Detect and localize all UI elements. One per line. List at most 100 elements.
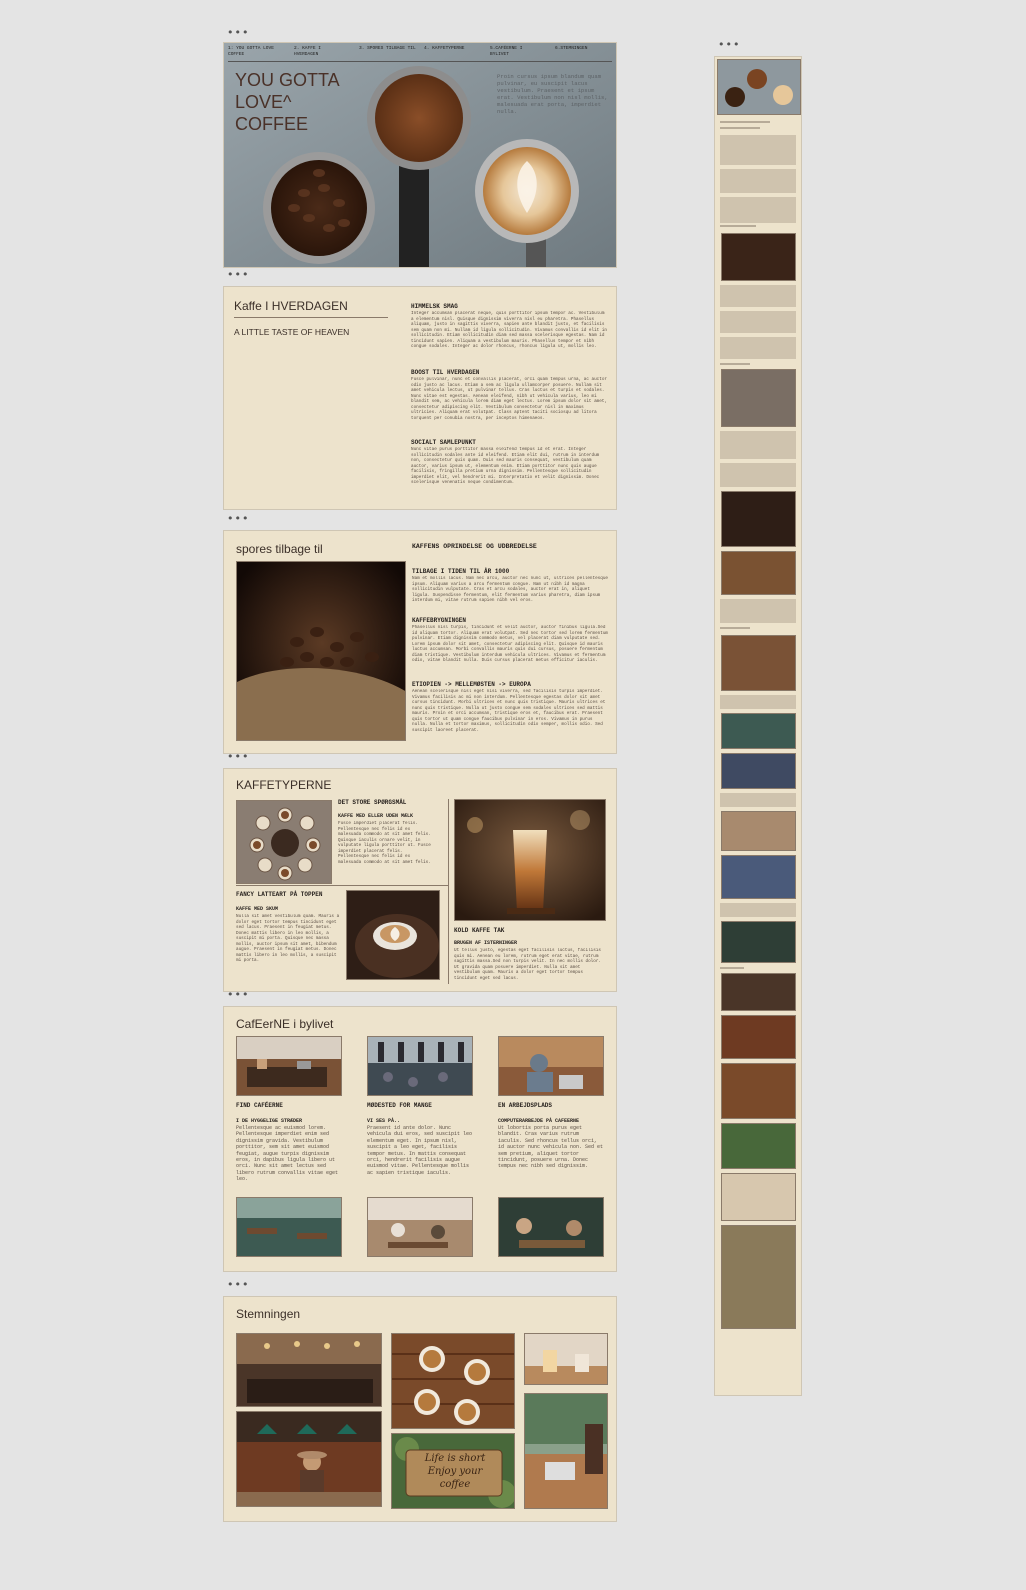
latte-text: Nulla sit amet vestibulum quam. Mauris a… (236, 914, 340, 963)
cafeerne-title: CafEerNE i bylivet (236, 1017, 334, 1031)
preview-text-block (720, 599, 796, 623)
preview-text-block (720, 431, 796, 459)
preview-text-block (720, 695, 796, 709)
latte-cups-table-photo (391, 1333, 515, 1429)
window-table-photo (524, 1393, 608, 1509)
col-subheading: I DE HYGGELIGE STRÆDER (236, 1118, 303, 1124)
hero-frame: 1: YOU GOTTA LOVE COFFEE 2. KAFFE I HVER… (223, 42, 617, 268)
hero-title-line-2: LOVE^ (235, 92, 292, 112)
hverdagen-title: Kaffe I HVERDAGEN (234, 299, 348, 313)
cafe-people-photo (367, 1197, 473, 1257)
cafe-interior-green-photo (236, 1197, 342, 1257)
nav-item-4[interactable]: 4. KAFFETYPERNE (424, 46, 484, 52)
sign-line-2: Enjoy your (427, 1466, 483, 1477)
drinks-on-table-photo (524, 1333, 608, 1385)
col-text: Pellentesque ac euismod lorem. Pellentes… (236, 1125, 339, 1183)
col-heading: EN ARBEJDSPLADS (498, 1102, 553, 1109)
divider-vertical (448, 799, 449, 984)
preview-text-block (720, 169, 796, 193)
q-subheading: KAFFE MED ELLER UDEN MÆLK (338, 813, 414, 819)
latte-heading: FANCY LATTEART PÅ TOPPEN (236, 891, 323, 898)
preview-menu-icon[interactable]: ••• (718, 39, 740, 50)
preview-text-block (720, 311, 796, 333)
preview-iced (721, 551, 796, 595)
col-subheading: VI SES PÅ.. (367, 1118, 401, 1124)
preview-cafe-counter (721, 635, 796, 691)
preview-text-block (720, 135, 796, 165)
section-text: Integer accumsan placerat neque, quis po… (411, 311, 607, 349)
frame-menu-icon[interactable]: ••• (227, 27, 249, 38)
cafeerne-frame: CafEerNE i bylivet FIND CAFÉERNE I DE HY… (223, 1006, 617, 1272)
preview-cafe-street (721, 753, 796, 789)
cafe-street-photo (367, 1036, 473, 1096)
q-heading: DET STORE SPØRGSMÅL (338, 799, 407, 806)
kaffetyperne-title: KAFFETYPERNE (236, 778, 332, 792)
col-text: Praesent id ante dolor. Nunc vehicula du… (367, 1125, 473, 1176)
section-heading: HIMMELSK SMAG (411, 303, 458, 310)
cold-subheading: BRUGEN AF ISTERNINGER (454, 940, 518, 946)
hero-title-line-1: YOU GOTTA (235, 70, 340, 90)
latte-cup-photo (346, 890, 440, 980)
preview-barista (721, 973, 796, 1011)
preview-text-block (720, 197, 796, 223)
preview-text-line (720, 121, 770, 123)
hverdagen-subtitle: A LITTLE TASTE OF HEAVEN (234, 327, 350, 337)
section-text: Nam et mollis lacus. Nam nec arcu, aucto… (412, 576, 608, 603)
preview-drinks (721, 1173, 796, 1221)
preview-cups-topview (721, 369, 796, 427)
hero-nav: 1: YOU GOTTA LOVE COFFEE 2. KAFFE I HVER… (228, 46, 612, 62)
woman-hat-cafe-photo (236, 1411, 382, 1507)
barista-counter-photo (236, 1333, 382, 1407)
nav-item-6[interactable]: 6.STEMNINGEN (555, 46, 615, 52)
col-text: Ut lobortis porta purus eget blandit. Cr… (498, 1125, 604, 1170)
section-text: Fusce pulvinar, nunc et convallis placer… (411, 377, 607, 421)
preview-text-block (720, 285, 796, 307)
coffee-sack-photo (236, 561, 406, 741)
frame-menu-icon[interactable]: ••• (227, 751, 249, 762)
nav-item-3[interactable]: 3. SPORES TILBAGE TIL (359, 46, 419, 52)
cafe-laptop-man-photo (498, 1036, 604, 1096)
preview-text-block (720, 903, 796, 917)
section-heading: KAFFEBRYGNINGEN (412, 617, 467, 624)
spores-main-heading: KAFFENS OPRINDELSE OG UDBREDELSE (412, 543, 537, 550)
section-text: Aenean scelerisque nisl eget nisi viverr… (412, 689, 606, 733)
hero-intro: Proin cursus ipsum blandum quam pulvinar… (497, 73, 608, 115)
preview-latte-cups (721, 1063, 796, 1119)
col-heading: FIND CAFÉERNE (236, 1102, 283, 1109)
preview-text-line (720, 363, 750, 365)
section-heading: ETIOPIEN -> MELLEMØSTEN -> EUROPA (412, 681, 531, 688)
frame-menu-icon[interactable]: ••• (227, 513, 249, 524)
spores-title: spores tilbage til (236, 542, 323, 556)
divider (236, 885, 448, 886)
frame-menu-icon[interactable]: ••• (227, 1279, 249, 1290)
sign-line-1: Life is short (424, 1453, 486, 1464)
spores-frame: spores tilbage til KAFFENS OPRINDELSE OG… (223, 530, 617, 754)
nav-item-2[interactable]: 2. KAFFE I HVERDAGEN (294, 46, 339, 58)
col-subheading: COMPUTERARBEJDE PÅ CAFEERNE (498, 1118, 580, 1124)
nav-item-1[interactable]: 1: YOU GOTTA LOVE COFFEE (228, 46, 290, 58)
stemningen-title: Stemningen (236, 1307, 301, 1321)
nav-item-5[interactable]: 5.CAFÉERNE I BYLIVET (490, 46, 535, 58)
kaffetyperne-frame: KAFFETYPERNE DET STORE SPØRGSMÅL KAFFE M… (223, 768, 617, 992)
preview-text-block (720, 793, 796, 807)
preview-text-block (720, 463, 796, 487)
q-text: Fusce imperdiet placerat felis. Pellente… (338, 821, 431, 865)
preview-window-table (721, 1225, 796, 1329)
preview-woman-hat (721, 1015, 796, 1059)
cafe-counter-photo (236, 1036, 342, 1096)
preview-cafe-interior (721, 713, 796, 749)
hverdagen-title-rule (234, 317, 388, 318)
preview-cafe-people (721, 811, 796, 851)
frame-menu-icon[interactable]: ••• (227, 989, 249, 1000)
sign-text: Life is short Enjoy your coffee (410, 1452, 500, 1491)
section-text: Nunc vitae purus porttitor massa eleifen… (411, 447, 600, 485)
preview-text-line (720, 627, 750, 629)
section-text: Phasellus nisl turpis, tincidunt et veli… (412, 625, 608, 663)
frame-menu-icon[interactable]: ••• (227, 269, 249, 280)
preview-text-block (720, 337, 796, 359)
latte-subheading: KAFFE MED SKUM (236, 906, 279, 912)
preview-hero-cup-2 (747, 69, 767, 89)
section-heading: SOCIALT SAMLEPUNKT (411, 439, 476, 446)
stemningen-frame: Stemningen Life is short Enjoy your coff… (223, 1296, 617, 1522)
page-preview[interactable] (714, 56, 802, 1396)
